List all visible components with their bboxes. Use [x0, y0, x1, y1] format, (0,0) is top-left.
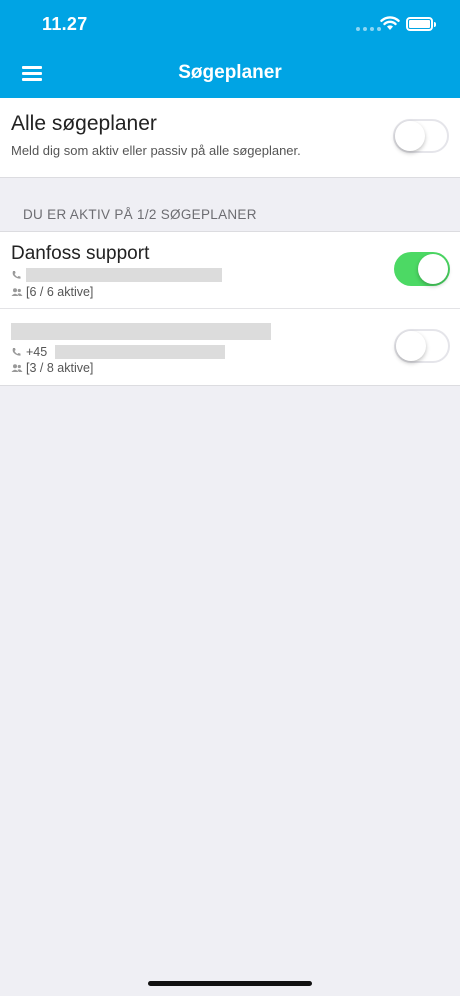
- plan-members-count: [3 / 8 aktive]: [26, 361, 94, 375]
- users-icon: [11, 288, 23, 296]
- list-item[interactable]: +45 [3 / 8 aktive]: [0, 309, 460, 386]
- redacted-phone: [26, 268, 222, 282]
- phone-icon: [12, 271, 21, 279]
- plan-members-count: [6 / 6 aktive]: [26, 285, 94, 299]
- redacted-phone: [55, 345, 226, 359]
- plans-list: Danfoss support [6 / 6 aktive] +45 [3 / …: [0, 231, 460, 386]
- plan-toggle[interactable]: [394, 329, 450, 363]
- plan-members: [3 / 8 aktive]: [11, 361, 93, 375]
- all-plans-row: Alle søgeplaner Meld dig som aktiv eller…: [0, 98, 460, 178]
- plan-phone: [11, 268, 222, 282]
- page-title: Søgeplaner: [178, 62, 282, 83]
- plan-phone-number: +45: [26, 345, 48, 359]
- section-header: DU ER AKTIV PÅ 1/2 SØGEPLANER: [23, 207, 257, 222]
- battery-icon: [406, 17, 436, 31]
- phone-icon: [12, 348, 21, 356]
- home-indicator: [148, 981, 312, 986]
- status-time: 11.27: [42, 14, 88, 34]
- redacted-plan-name: [11, 323, 271, 340]
- wifi-icon: [380, 16, 400, 30]
- all-plans-toggle[interactable]: [393, 119, 449, 153]
- users-icon: [11, 364, 23, 372]
- plan-toggle[interactable]: [394, 252, 450, 286]
- list-item[interactable]: Danfoss support [6 / 6 aktive]: [0, 232, 460, 309]
- all-plans-description: Meld dig som aktiv eller passiv på alle …: [11, 143, 301, 158]
- all-plans-title: Alle søgeplaner: [11, 112, 157, 135]
- header-bar: 11.27 Søgeplaner: [0, 0, 460, 98]
- plan-members: [6 / 6 aktive]: [11, 285, 93, 299]
- plan-name: Danfoss support: [11, 243, 150, 264]
- cellular-signal-icon: [356, 27, 381, 31]
- plan-phone: +45: [11, 345, 226, 359]
